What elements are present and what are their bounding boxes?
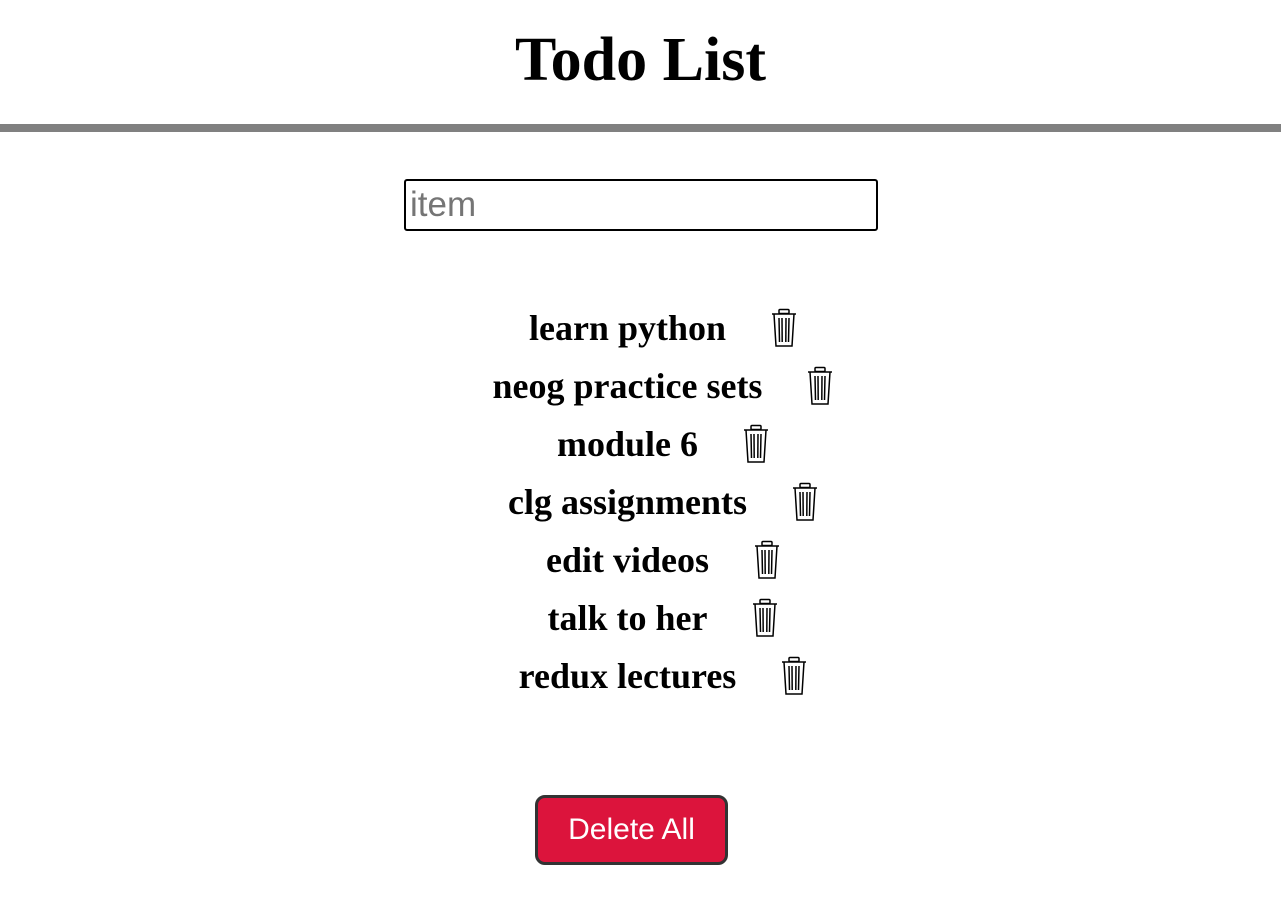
todo-label: edit videos bbox=[545, 540, 709, 580]
list-item: learn python bbox=[0, 299, 1281, 357]
list-item: edit videos bbox=[0, 531, 1281, 589]
todo-label: learn python bbox=[528, 308, 727, 348]
trash-icon[interactable] bbox=[780, 656, 808, 696]
delete-all-button[interactable]: Delete All bbox=[535, 795, 728, 865]
list-item: redux lectures bbox=[0, 647, 1281, 705]
list-item: talk to her bbox=[0, 589, 1281, 647]
trash-icon[interactable] bbox=[791, 482, 819, 522]
trash-icon[interactable] bbox=[751, 598, 779, 638]
trash-icon[interactable] bbox=[806, 366, 834, 406]
page-title: Todo List bbox=[515, 26, 766, 94]
trash-icon[interactable] bbox=[753, 540, 781, 580]
list-item: module 6 bbox=[0, 415, 1281, 473]
item-input[interactable] bbox=[404, 179, 878, 231]
todo-label: neog practice sets bbox=[492, 366, 763, 406]
header-divider bbox=[0, 124, 1281, 132]
todo-label: redux lectures bbox=[518, 656, 737, 696]
todo-label: talk to her bbox=[547, 598, 708, 638]
list-item: neog practice sets bbox=[0, 357, 1281, 415]
trash-icon[interactable] bbox=[742, 424, 770, 464]
todo-label: clg assignments bbox=[507, 482, 747, 522]
trash-icon[interactable] bbox=[770, 308, 798, 348]
list-item: clg assignments bbox=[0, 473, 1281, 531]
todo-label: module 6 bbox=[556, 424, 698, 464]
todo-list: learn python neog practice sets module 6… bbox=[0, 299, 1281, 705]
